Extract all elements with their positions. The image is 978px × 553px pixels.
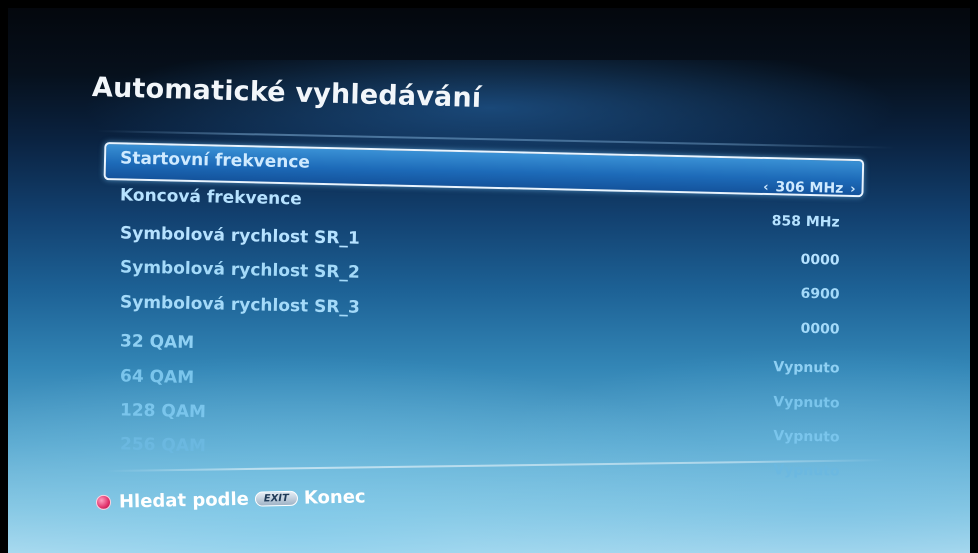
- row-value: 0000: [800, 320, 840, 338]
- row-value: 858 MHz: [771, 213, 840, 231]
- chevron-right-icon[interactable]: ›: [850, 182, 856, 197]
- exit-key-icon[interactable]: EXIT: [254, 490, 299, 507]
- start-frequency-value: 306 MHz: [775, 179, 844, 197]
- row-value: 0000: [800, 251, 840, 269]
- row-label: 128 QAM: [119, 400, 207, 423]
- chevron-left-icon[interactable]: ‹: [763, 180, 769, 195]
- row-label: 256 QAM: [119, 434, 207, 457]
- red-button-label: Hledat podle: [118, 488, 250, 513]
- row-label: Startovní frekvence: [119, 148, 311, 173]
- row-label: Symbolová rychlost SR_2: [119, 257, 361, 283]
- row-label: Symbolová rychlost SR_1: [119, 223, 361, 249]
- tv-screen: Automatické vyhledávání Startovní frekve…: [0, 0, 978, 553]
- red-button-icon[interactable]: [95, 494, 112, 510]
- row-value: Vypnuto: [773, 428, 840, 446]
- row-label: 32 QAM: [119, 331, 195, 353]
- row-value[interactable]: ‹ 306 MHz ›: [761, 179, 858, 197]
- row-value: Vypnuto: [773, 394, 840, 412]
- row-label: Koncová frekvence: [119, 185, 303, 210]
- row-value: Vypnuto: [773, 359, 840, 377]
- row-value: Vypnuto: [773, 462, 840, 480]
- exit-label: Konec: [303, 486, 366, 509]
- row-label: 64 QAM: [119, 366, 195, 388]
- row-label: Symbolová rychlost SR_3: [119, 292, 361, 318]
- row-value: 6900: [800, 285, 840, 303]
